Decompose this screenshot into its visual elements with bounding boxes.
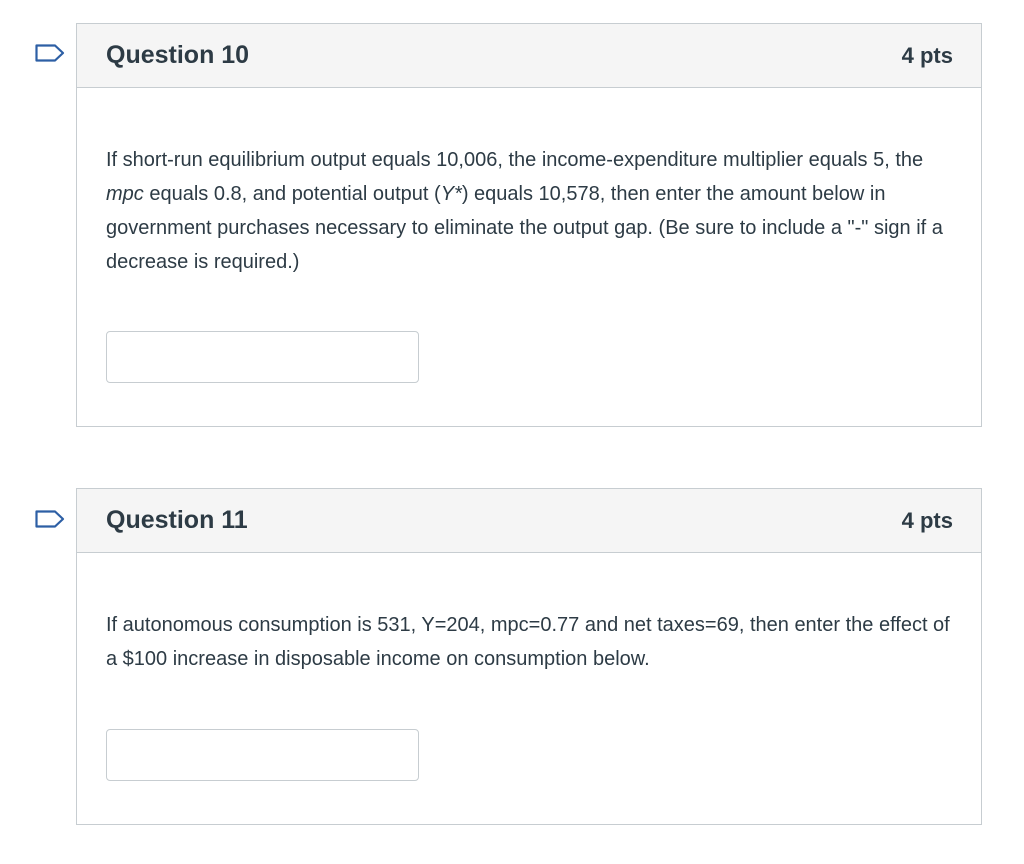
question-10-body: If short-run equilibrium output equals 1…	[77, 88, 981, 426]
question-11-title: Question 11	[106, 506, 248, 534]
question-10-flag-icon[interactable]	[35, 44, 65, 62]
question-11-card: Question 11 4 pts If autonomous consumpt…	[76, 488, 982, 825]
question-10-points: 4 pts	[901, 42, 953, 68]
question-11-text: If autonomous consumption is 531, Y=204,…	[106, 614, 950, 670]
question-10-text-part: equals 0.8, and potential output (	[143, 183, 441, 205]
question-11-header: Question 11 4 pts	[77, 489, 981, 553]
question-11-points: 4 pts	[901, 507, 953, 533]
question-10-text-ystar: Y*	[440, 183, 462, 205]
question-10-text: If short-run equilibrium output equals 1…	[106, 88, 952, 279]
question-11-body: If autonomous consumption is 531, Y=204,…	[77, 553, 981, 824]
question-10-card: Question 10 4 pts If short-run equilibri…	[76, 23, 982, 427]
question-10-title: Question 10	[106, 41, 250, 69]
question-11-answer-input[interactable]	[106, 729, 419, 781]
question-10-text-part: If short-run equilibrium output equals 1…	[106, 149, 924, 171]
question-11-flag-icon[interactable]	[35, 510, 65, 528]
question-10-header: Question 10 4 pts	[77, 24, 981, 88]
question-10-text-mpc: mpc	[106, 183, 144, 205]
question-10-answer-input[interactable]	[106, 331, 419, 383]
